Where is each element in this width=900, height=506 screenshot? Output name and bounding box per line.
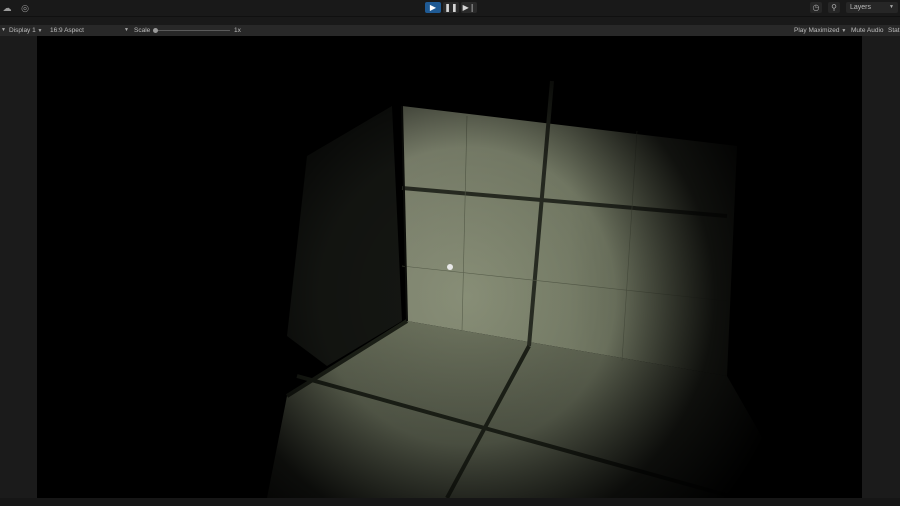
editor-background-right — [862, 36, 900, 498]
editor-background-left — [0, 36, 37, 498]
play-mode-label: Play Maximized — [794, 27, 840, 34]
chevron-down-icon: ▼ — [841, 28, 847, 34]
aspect-dropdown[interactable]: 16:9 Aspect — [50, 25, 84, 36]
play-button[interactable]: ▶ — [425, 2, 441, 13]
stats-toggle[interactable]: Stat — [888, 25, 900, 36]
crosshair-dot — [447, 264, 453, 270]
display-label: Display 1 — [9, 27, 36, 34]
scale-value: 1x — [234, 27, 241, 34]
chevron-down-icon: ▼ — [124, 27, 129, 33]
history-icon[interactable]: ◷ — [810, 2, 822, 13]
scale-slider-track[interactable] — [156, 30, 230, 31]
mute-audio-toggle[interactable]: Mute Audio — [851, 25, 884, 36]
scale-label: Scale — [134, 27, 151, 34]
toolbar-left: ☁ ◎ — [0, 2, 32, 14]
chevron-down-icon: ▼ — [889, 4, 894, 10]
main-toolbar: ☁ ◎ ▶ ❚❚ ▶❘ ◷ ⚲ Layers ▼ — [0, 0, 900, 17]
pause-button[interactable]: ❚❚ — [443, 2, 459, 13]
game-viewport[interactable] — [37, 36, 862, 498]
aspect-label: 16:9 Aspect — [50, 27, 84, 34]
step-button[interactable]: ▶❘ — [461, 2, 477, 13]
scale-slider-handle[interactable] — [153, 28, 158, 33]
game-view-toolbar: ▼ Display 1 ▼ 16:9 Aspect ▼ Scale 1x Pla… — [0, 25, 900, 36]
search-icon[interactable]: ⚲ — [828, 2, 840, 13]
account-icon[interactable]: ◎ — [18, 2, 32, 14]
toolbar-right: ◷ ⚲ Layers ▼ — [810, 2, 898, 13]
chevron-down-icon: ▼ — [1, 27, 6, 33]
chevron-down-icon: ▼ — [37, 28, 43, 34]
layers-label: Layers — [850, 4, 872, 11]
play-icon: ▶ — [429, 3, 437, 12]
step-icon: ▶❘ — [462, 3, 476, 12]
status-bar — [0, 498, 900, 506]
play-controls: ▶ ❚❚ ▶❘ — [425, 2, 477, 13]
scene-render — [37, 36, 862, 498]
cloud-icon[interactable]: ☁ — [0, 2, 14, 14]
pause-icon: ❚❚ — [444, 3, 458, 12]
layers-dropdown[interactable]: Layers ▼ — [846, 2, 898, 13]
